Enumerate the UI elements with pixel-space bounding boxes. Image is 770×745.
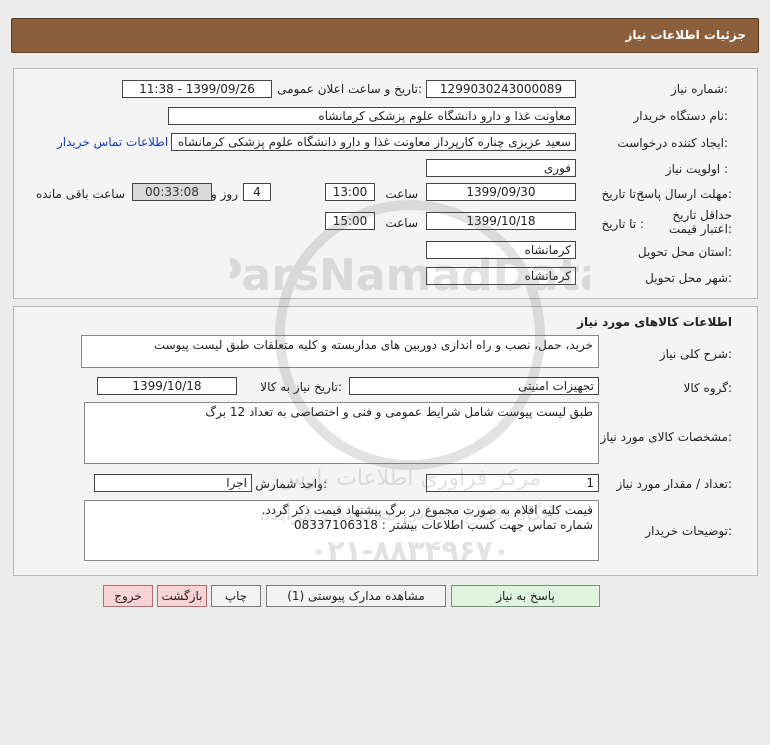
- quantity-label: تعداد / مقدار مورد نیاز:: [616, 477, 732, 491]
- province-field: کرمانشاه: [426, 241, 576, 259]
- validity-date-field: 1399/10/18: [426, 212, 576, 230]
- announce-datetime-field: 1399/09/26 - 11:38: [122, 80, 272, 98]
- days-label: روز و: [211, 187, 238, 201]
- goods-group-label: گروه کالا:: [683, 381, 733, 395]
- buyer-notes-field: قیمت کلیه اقلام به صورت مجموع در برگ پیش…: [84, 500, 599, 561]
- unit-field: اجرا: [94, 474, 252, 492]
- priority-label: اولویت نیاز :: [665, 162, 728, 176]
- goods-section-title: اطلاعات کالاهای مورد نیاز: [577, 315, 732, 329]
- goods-group-field: تجهیزات امنیتی: [349, 377, 599, 395]
- view-attachments-button[interactable]: مشاهده مدارک پیوستی (1): [266, 585, 446, 607]
- print-button[interactable]: چاپ: [211, 585, 261, 607]
- buyer-notes-line-2: شماره تماس جهت کسب اطلاعات بیشتر : 08337…: [293, 518, 593, 532]
- deadline-time-field: 13:00: [325, 183, 375, 201]
- general-desc-field: خرید، حمل، نصب و راه اندازی دوربین های م…: [81, 335, 599, 368]
- page-header: جزئیات اطلاعات نیاز: [11, 18, 759, 53]
- priority-field: فوری: [426, 159, 576, 177]
- requester-field: سعید عزیزی چناره کارپرداز معاونت غذا و د…: [171, 133, 576, 151]
- remaining-time-label: ساعت باقی مانده: [35, 187, 125, 201]
- respond-button[interactable]: پاسخ به نیاز: [451, 585, 600, 607]
- deadline-to-date-label: تا تاریخ :: [601, 187, 644, 201]
- price-validity-label: حداقل تاریخ اعتبار قیمت:: [668, 208, 732, 236]
- validity-time-field: 15:00: [325, 212, 375, 230]
- city-label: شهر محل تحویل:: [645, 271, 732, 285]
- unit-label: واحد شمارش:: [255, 477, 327, 491]
- province-label: استان محل تحویل:: [637, 245, 732, 259]
- remaining-time-field: 00:33:08: [132, 183, 212, 201]
- announce-datetime-label: تاریخ و ساعت اعلان عمومی:: [277, 82, 422, 96]
- city-field: کرمانشاه: [426, 267, 576, 285]
- need-date-label: تاریخ نیاز به کالا:: [260, 380, 342, 394]
- back-button[interactable]: بازگشت: [157, 585, 207, 607]
- days-remaining-field: 4: [243, 183, 271, 201]
- buyer-org-label: نام دستگاه خریدار:: [633, 109, 729, 123]
- general-desc-label: شرح کلی نیاز:: [659, 347, 732, 361]
- validity-to-date-label: تا تاریخ :: [601, 217, 644, 231]
- goods-specs-label: مشخصات کالای مورد نیاز:: [600, 430, 732, 444]
- need-info-panel: [13, 68, 758, 299]
- buyer-org-field: معاونت غذا و دارو دانشگاه علوم پزشکی کرم…: [168, 107, 576, 125]
- validity-time-label: ساعت: [385, 216, 418, 230]
- deadline-date-field: 1399/09/30: [426, 183, 576, 201]
- deadline-label: مهلت ارسال پاسخ:: [636, 187, 732, 201]
- page-title: جزئیات اطلاعات نیاز: [625, 28, 746, 42]
- quantity-field: 1: [426, 474, 599, 492]
- buyer-notes-line-1: قیمت کلیه اقلام به صورت مجموع در برگ پیش…: [261, 503, 593, 517]
- buyer-notes-label: توضیحات خریدار:: [645, 524, 732, 538]
- deadline-time-label: ساعت: [385, 187, 418, 201]
- need-number-label: شماره نیاز:: [670, 82, 728, 96]
- exit-button[interactable]: خروج: [103, 585, 153, 607]
- goods-specs-field: طبق لیست پیوست شامل شرایط عمومی و فنی و …: [84, 402, 599, 464]
- need-number-field: 1299030243000089: [426, 80, 576, 98]
- need-date-field: 1399/10/18: [97, 377, 237, 395]
- requester-label: ایجاد کننده درخواست:: [617, 136, 728, 150]
- buyer-contact-link[interactable]: اطلاعات تماس خریدار: [57, 135, 168, 149]
